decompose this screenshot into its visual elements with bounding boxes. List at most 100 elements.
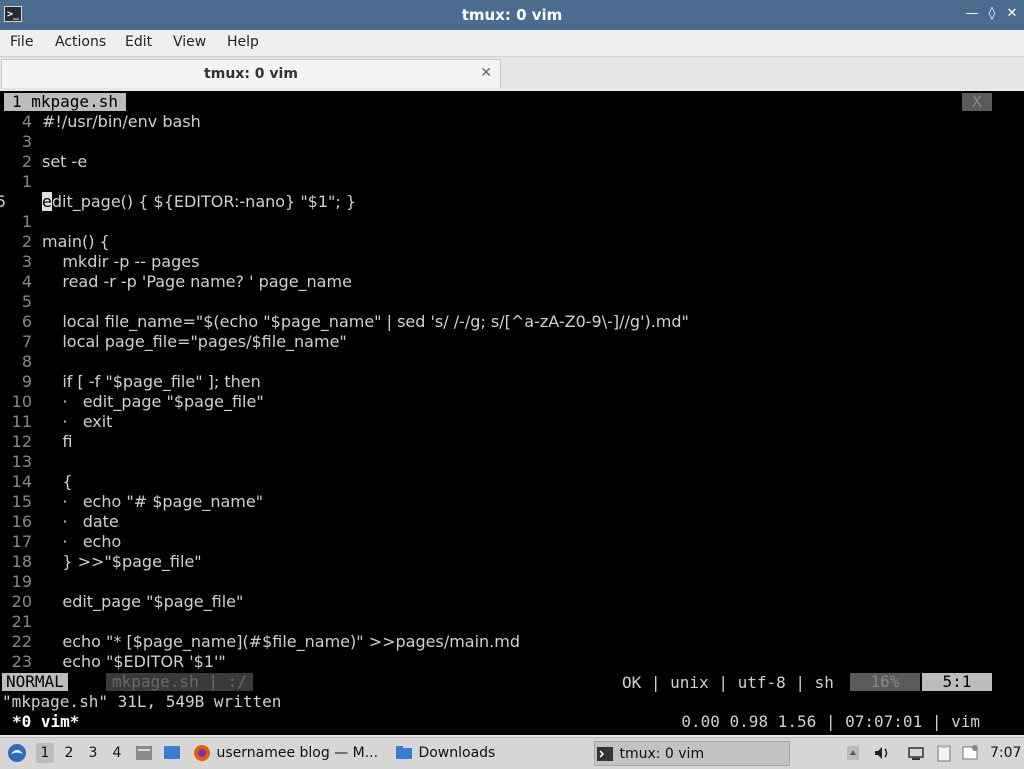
volume-icon[interactable] [872, 742, 892, 764]
task-terminal[interactable]: tmux: 0 vim [594, 741, 790, 766]
line-number: 2 [21, 232, 32, 251]
line-number: 9 [21, 372, 32, 391]
line-number: 10 [11, 392, 32, 411]
code-line[interactable]: 3 [0, 132, 1024, 152]
code-line[interactable]: 5 edit_page() { ${EDITOR:-nano} "$1"; } [0, 192, 1024, 212]
close-icon[interactable]: ✕ [1004, 6, 1020, 22]
tab-bar: tmux: 0 vim ✕ [0, 57, 1024, 89]
line-number: 4 [21, 272, 32, 291]
line-number: 3 [21, 252, 32, 271]
line-text: #!/usr/bin/env bash [42, 112, 201, 131]
minimize-icon[interactable]: — [964, 6, 980, 22]
folder-icon [396, 746, 412, 759]
cursor: e [42, 192, 52, 211]
line-text: edit_page "$page_file" [42, 592, 244, 611]
window-titlebar: >_ tmux: 0 vim — ◊ ✕ [0, 0, 1024, 30]
line-text: set -e [42, 152, 88, 171]
task-firefox[interactable]: usernamee blog — M... [192, 741, 390, 766]
task-downloads-label: Downloads [418, 745, 496, 761]
line-text: mkdir -p -- pages [42, 252, 200, 271]
tmux-status-right: 0.00 0.98 1.56 | 07:07:01 | vim [681, 712, 980, 731]
menu-actions[interactable]: Actions [55, 34, 106, 50]
clipboard-icon[interactable] [934, 742, 954, 764]
code-line[interactable]: 20 edit_page "$page_file" [0, 592, 1024, 612]
line-number: 6 [21, 312, 32, 331]
code-line[interactable]: 4 read -r -p 'Page name? ' page_name [0, 272, 1024, 292]
code-line[interactable]: 2 main() { [0, 232, 1024, 252]
code-line[interactable]: 2 set -e [0, 152, 1024, 172]
line-text: echo "* [$page_name](#$file_name)" >>pag… [42, 632, 521, 651]
code-line[interactable]: 1 [0, 172, 1024, 192]
code-line[interactable]: 12 fi [0, 432, 1024, 452]
code-line[interactable]: 13 [0, 452, 1024, 472]
terminal-icon [597, 747, 613, 761]
tray-up-arrow-icon[interactable] [846, 742, 860, 764]
line-number: 5 [21, 292, 32, 311]
vim-status-info: OK | unix | utf-8 | sh [622, 673, 834, 692]
file-manager-launcher-icon[interactable] [134, 742, 154, 764]
code-line[interactable]: 7 local page_file="pages/$file_name" [0, 332, 1024, 352]
line-number: 23 [11, 652, 32, 671]
menubar: File Actions Edit View Help [0, 30, 1024, 57]
line-text: · date [42, 512, 119, 531]
line-number: 3 [21, 132, 32, 151]
window-title: tmux: 0 vim [461, 6, 563, 24]
tab-close-icon[interactable]: ✕ [480, 65, 492, 81]
clock[interactable]: 7:07 [990, 742, 1021, 764]
line-number: 2 [21, 152, 32, 171]
network-icon[interactable] [906, 742, 926, 764]
line-number: 19 [11, 572, 32, 591]
tab-title: tmux: 0 vim [204, 66, 298, 82]
code-line[interactable]: 3 mkdir -p -- pages [0, 252, 1024, 272]
code-line[interactable]: 4 #!/usr/bin/env bash [0, 112, 1024, 132]
code-line[interactable]: 10 · edit_page "$page_file" [0, 392, 1024, 412]
code-line[interactable]: 9 if [ -f "$page_file" ]; then [0, 372, 1024, 392]
vim-buffer-close[interactable]: X [962, 93, 992, 111]
code-line[interactable]: 14 { [0, 472, 1024, 492]
menu-file[interactable]: File [10, 34, 33, 50]
code-line[interactable]: 6 local file_name="$(echo "$page_name" |… [0, 312, 1024, 332]
line-number: 7 [21, 332, 32, 351]
task-firefox-label: usernamee blog — M... [216, 745, 379, 761]
code-line[interactable]: 8 [0, 352, 1024, 372]
menu-view[interactable]: View [173, 34, 206, 50]
code-line[interactable]: 11 · exit [0, 412, 1024, 432]
code-line[interactable]: 15 · echo "# $page_name" [0, 492, 1024, 512]
tmux-window[interactable]: *0 vim* [12, 712, 79, 732]
line-number: 4 [21, 112, 32, 131]
task-terminal-label: tmux: 0 vim [619, 746, 705, 762]
code-line[interactable]: 5 [0, 292, 1024, 312]
workspace-1[interactable]: 1 [36, 743, 54, 763]
code-line[interactable]: 19 [0, 572, 1024, 592]
workspace-3[interactable]: 3 [84, 743, 102, 763]
menu-edit[interactable]: Edit [125, 34, 152, 50]
task-downloads[interactable]: Downloads [394, 741, 590, 766]
line-number: 20 [11, 592, 32, 611]
line-text: edit_page() { ${EDITOR:-nano} "$1"; } [42, 192, 357, 211]
maximize-icon[interactable]: ◊ [984, 6, 1000, 22]
workspace-2[interactable]: 2 [60, 743, 78, 763]
code-line[interactable]: 1 [0, 212, 1024, 232]
code-line[interactable]: 16 · date [0, 512, 1024, 532]
show-desktop-icon[interactable] [162, 742, 182, 764]
line-number: 1 [21, 172, 32, 191]
line-number: 21 [11, 612, 32, 631]
vim-buffer-tab[interactable]: 1 mkpage.sh [4, 93, 126, 111]
code-line[interactable]: 23 echo "$EDITOR '$1'" [0, 652, 1024, 672]
line-number: 16 [11, 512, 32, 531]
vim-message: "mkpage.sh" 31L, 549B written [2, 692, 282, 711]
workspace-4[interactable]: 4 [108, 743, 126, 763]
tmux-statusbar: *0 vim* 0.00 0.98 1.56 | 07:07:01 | vim [0, 712, 1024, 732]
code-line[interactable]: 21 [0, 612, 1024, 632]
vim-status-filename: mkpage.sh | :/ [106, 673, 253, 691]
tab-tmux[interactable]: tmux: 0 vim ✕ [1, 59, 501, 88]
line-number: 12 [11, 432, 32, 451]
notification-icon[interactable] [960, 742, 980, 764]
line-text: read -r -p 'Page name? ' page_name [42, 272, 352, 291]
line-text: { [42, 472, 73, 491]
code-line[interactable]: 22 echo "* [$page_name](#$file_name)" >>… [0, 632, 1024, 652]
start-menu-icon[interactable] [6, 742, 28, 764]
menu-help[interactable]: Help [227, 34, 259, 50]
code-line[interactable]: 17 · echo [0, 532, 1024, 552]
code-line[interactable]: 18 } >>"$page_file" [0, 552, 1024, 572]
